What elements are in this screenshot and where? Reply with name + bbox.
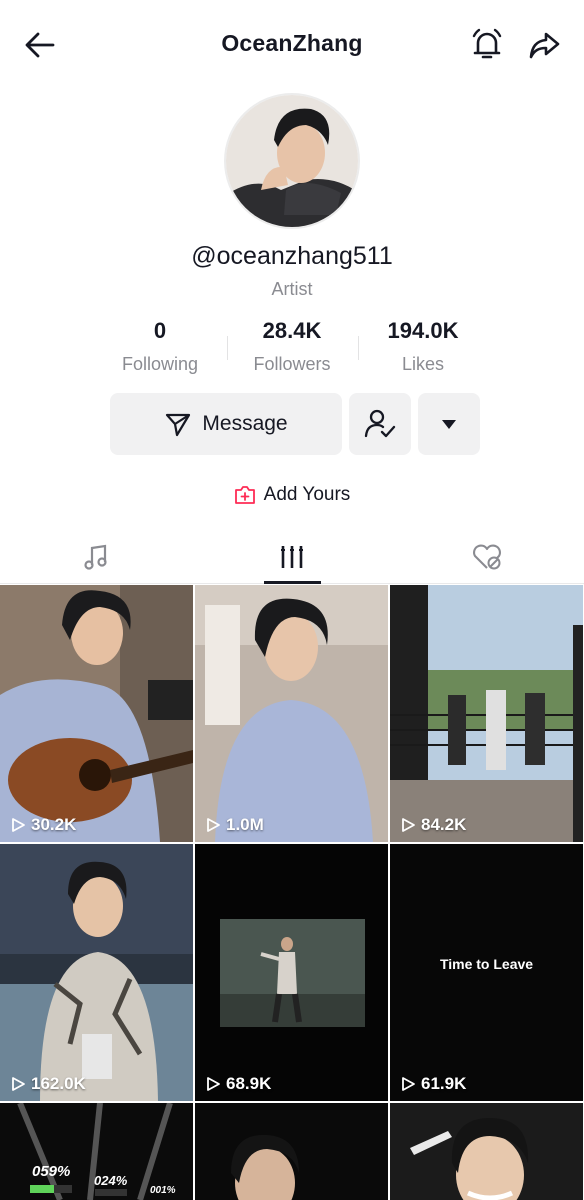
video-thumbnail[interactable]: 1.0M: [195, 585, 388, 842]
video-thumbnail-image: [0, 585, 193, 842]
play-icon: [207, 1077, 220, 1091]
video-thumbnail-image: [0, 844, 193, 1101]
add-yours-link[interactable]: Add Yours: [0, 484, 584, 506]
add-yours-label: Add Yours: [263, 484, 351, 505]
video-thumbnail[interactable]: 30.2K: [0, 585, 193, 842]
view-count-text: 162.0K: [31, 1074, 86, 1093]
following-label: Following: [121, 354, 199, 374]
avatar[interactable]: [224, 93, 360, 229]
video-thumbnail[interactable]: 059% 024% 001%: [0, 1103, 193, 1200]
tab-videos[interactable]: [262, 540, 322, 574]
send-icon: [166, 413, 191, 437]
play-icon: [207, 818, 220, 832]
video-thumbnail-image: [390, 585, 583, 842]
tab-liked[interactable]: [457, 540, 517, 574]
profile-stats: 0 Following 28.4K Followers 194.0K Likes: [0, 318, 584, 380]
video-thumbnail[interactable]: [195, 1103, 388, 1200]
profile-tabs: [0, 530, 584, 584]
video-thumbnail[interactable]: 84.2K: [390, 585, 583, 842]
following-count: 0: [153, 318, 167, 343]
overlay-percent: 024%: [94, 1173, 128, 1188]
liked-hidden-icon: [473, 544, 501, 570]
view-count-text: 61.9K: [421, 1074, 467, 1093]
profile-category: Artist: [271, 279, 313, 299]
following-status-button[interactable]: [349, 393, 411, 455]
video-thumbnail[interactable]: 68.9K: [195, 844, 388, 1101]
active-tab-indicator: [264, 581, 321, 584]
notification-bell-icon[interactable]: [467, 25, 507, 65]
video-thumbnail-image: [195, 1103, 388, 1200]
profile-username: @oceanzhang511: [191, 242, 393, 270]
video-overlay-title: Time to Leave: [439, 956, 534, 972]
stat-following[interactable]: 0 Following: [95, 318, 225, 375]
view-count: 1.0M: [205, 815, 264, 835]
share-icon[interactable]: [524, 25, 564, 65]
play-icon: [402, 1077, 415, 1091]
video-thumbnail-image: [390, 1103, 583, 1200]
likes-label: Likes: [401, 354, 445, 374]
view-count: 84.2K: [400, 815, 466, 835]
play-icon: [12, 818, 25, 832]
overlay-percent: 001%: [150, 1185, 176, 1196]
profile-header: OceanZhang: [0, 0, 584, 92]
video-thumbnail[interactable]: [390, 1103, 583, 1200]
user-check-icon: [364, 409, 396, 438]
message-button-label: Message: [202, 412, 288, 435]
video-thumbnail-image: [195, 585, 388, 842]
view-count: 30.2K: [10, 815, 76, 835]
music-note-icon: [84, 544, 107, 570]
stat-followers[interactable]: 28.4K Followers: [227, 318, 357, 375]
play-icon: [402, 818, 415, 832]
suggested-accounts-button[interactable]: [418, 393, 480, 455]
view-count-text: 1.0M: [226, 815, 264, 834]
view-count-text: 30.2K: [31, 815, 77, 834]
stat-likes[interactable]: 194.0K Likes: [358, 318, 488, 375]
video-thumbnail-image: [195, 844, 388, 1101]
view-count-text: 84.2K: [421, 815, 467, 834]
overlay-percent: 059%: [32, 1163, 71, 1180]
video-thumbnail[interactable]: 162.0K: [0, 844, 193, 1101]
view-count: 61.9K: [400, 1074, 466, 1094]
video-thumbnail[interactable]: Time to Leave 61.9K: [390, 844, 583, 1101]
view-count: 162.0K: [10, 1074, 86, 1094]
tab-music[interactable]: [66, 540, 126, 574]
followers-count: 28.4K: [262, 318, 322, 343]
add-yours-icon: [234, 486, 255, 504]
followers-label: Followers: [253, 354, 331, 374]
view-count: 68.9K: [205, 1074, 271, 1094]
message-button[interactable]: Message: [110, 393, 342, 455]
play-icon: [12, 1077, 25, 1091]
likes-count: 194.0K: [387, 318, 459, 343]
caret-down-icon: [442, 420, 456, 429]
grid-icon: [281, 546, 303, 568]
view-count-text: 68.9K: [226, 1074, 272, 1093]
